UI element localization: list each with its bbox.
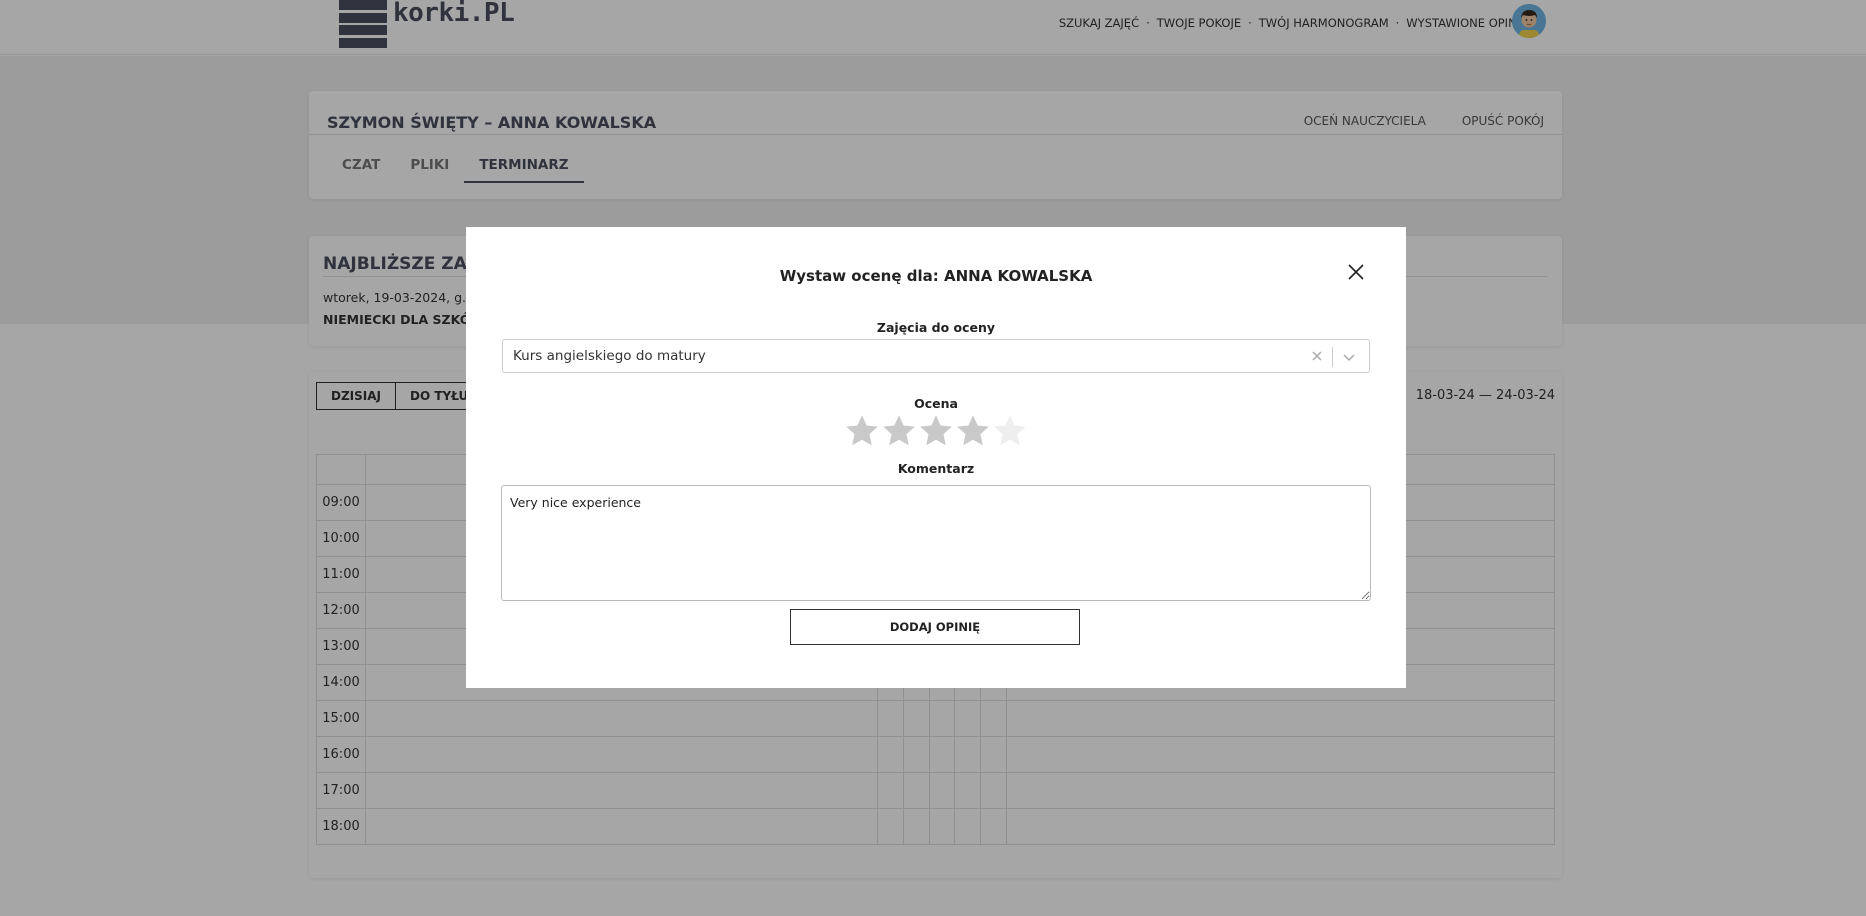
star-icon[interactable]: [955, 413, 991, 449]
class-select-value: Kurs angielskiego do matury: [513, 348, 706, 364]
class-select[interactable]: Kurs angielskiego do matury: [502, 339, 1370, 373]
rating-modal: Wystaw ocenę dla: ANNA KOWALSKA Zajęcia …: [466, 227, 1406, 688]
star-rating: [466, 413, 1406, 449]
class-select-label: Zajęcia do oceny: [876, 320, 996, 335]
modal-title: Wystaw ocenę dla: ANNA KOWALSKA: [779, 267, 1093, 285]
rating-label: Ocena: [914, 396, 958, 411]
star-icon[interactable]: [881, 413, 917, 449]
chevron-down-icon[interactable]: [1340, 348, 1358, 366]
comment-textarea[interactable]: [501, 485, 1371, 601]
star-icon[interactable]: [844, 413, 880, 449]
star-icon[interactable]: [992, 413, 1028, 449]
select-separator: [1332, 347, 1333, 367]
star-icon[interactable]: [918, 413, 954, 449]
close-icon[interactable]: [1347, 263, 1365, 281]
clear-icon[interactable]: [1309, 348, 1325, 364]
add-review-button[interactable]: DODAJ OPINIĘ: [790, 609, 1080, 645]
comment-label: Komentarz: [897, 461, 975, 476]
